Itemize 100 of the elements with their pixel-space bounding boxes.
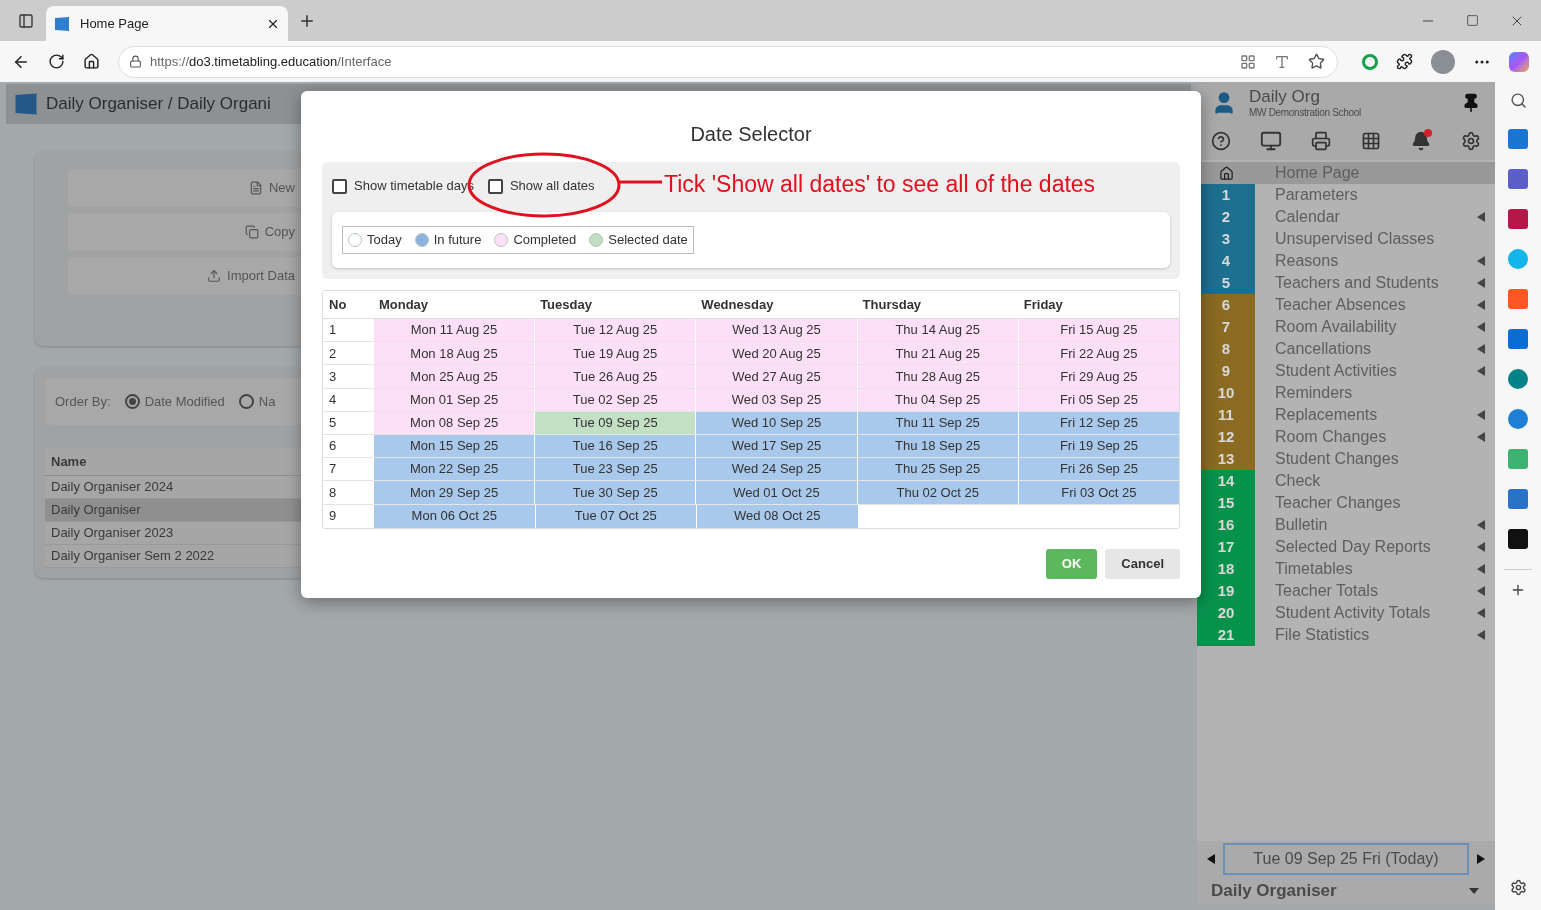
cancel-button[interactable]: Cancel: [1105, 548, 1180, 579]
date-cell[interactable]: Wed 01 Oct 25: [695, 481, 857, 504]
nav-item[interactable]: 2 Calendar: [1197, 206, 1495, 228]
date-cell[interactable]: Thu 02 Oct 25: [856, 481, 1018, 504]
favorite-star-icon[interactable]: [1308, 53, 1325, 70]
nav-item[interactable]: 5 Teachers and Students: [1197, 272, 1495, 294]
app-icon[interactable]: [1508, 409, 1528, 429]
date-cell[interactable]: Thu 25 Sep 25: [856, 458, 1018, 481]
nav-item[interactable]: 12 Room Changes: [1197, 426, 1495, 448]
date-cell[interactable]: Fri 05 Sep 25: [1017, 388, 1179, 411]
file-row[interactable]: Daily Organiser 2024: [45, 476, 301, 499]
date-cell[interactable]: Wed 08 Oct 25: [696, 504, 858, 528]
nav-item[interactable]: 3 Unsupervised Classes: [1197, 228, 1495, 250]
date-cell[interactable]: Wed 13 Aug 25: [695, 319, 857, 342]
date-cell[interactable]: Thu 14 Aug 25: [856, 319, 1018, 342]
printer-icon[interactable]: [1311, 131, 1332, 151]
date-cell[interactable]: Mon 18 Aug 25: [372, 342, 535, 365]
date-field[interactable]: Tue 09 Sep 25 Fri (Today): [1223, 843, 1469, 875]
help-icon[interactable]: [1211, 131, 1231, 151]
settings-icon[interactable]: [1509, 879, 1527, 896]
date-cell[interactable]: Mon 06 Oct 25: [373, 504, 535, 528]
date-cell[interactable]: Thu 11 Sep 25: [856, 411, 1018, 434]
date-cell[interactable]: Thu 18 Sep 25: [856, 434, 1018, 458]
reload-icon[interactable]: [48, 53, 65, 70]
address-field[interactable]: https://do3.timetabling.education/Interface: [118, 45, 1338, 78]
home-icon[interactable]: [83, 53, 100, 70]
date-cell[interactable]: Mon 08 Sep 25: [372, 411, 535, 434]
date-cell[interactable]: Thu 21 Aug 25: [856, 342, 1018, 365]
profile-avatar[interactable]: [1431, 49, 1455, 74]
date-cell[interactable]: Fri 22 Aug 25: [1017, 342, 1179, 365]
date-cell[interactable]: Mon 01 Sep 25: [372, 388, 535, 411]
row-number: 5: [328, 414, 338, 433]
split-screen-icon[interactable]: [1240, 53, 1256, 70]
monitor-icon[interactable]: [1260, 130, 1283, 152]
row-number: 3: [328, 367, 338, 386]
nav-item[interactable]: 4 Reasons: [1197, 250, 1495, 272]
browser-tab[interactable]: Home Page: [46, 6, 288, 41]
nav-item[interactable]: 7 Room Availability: [1197, 316, 1495, 338]
date-cell[interactable]: Fri 26 Sep 25: [1017, 458, 1179, 481]
date-cell[interactable]: Tue 16 Sep 25: [534, 434, 696, 458]
app-title: Daily Organiser / Daily Organi: [46, 93, 271, 116]
date-cell[interactable]: Tue 12 Aug 25: [534, 319, 696, 342]
date-cell[interactable]: Tue 26 Aug 25: [534, 365, 696, 388]
date-cell[interactable]: Wed 17 Sep 25: [695, 434, 857, 458]
date-cell[interactable]: Tue 02 Sep 25: [534, 388, 696, 411]
date-cell[interactable]: Tue 19 Aug 25: [534, 342, 696, 365]
date-cell[interactable]: Tue 07 Oct 25: [534, 504, 696, 528]
file-row[interactable]: Daily Organiser Sem 2 2022: [45, 545, 301, 568]
extensions-icon[interactable]: [1396, 53, 1413, 70]
upload-icon: [207, 269, 222, 283]
legend-label: Selected date: [608, 231, 688, 250]
app-icon[interactable]: [1508, 369, 1528, 389]
app-icon[interactable]: [1508, 529, 1528, 549]
date-cell[interactable]: Wed 10 Sep 25: [695, 411, 857, 434]
date-cell[interactable]: Thu 28 Aug 25: [856, 365, 1018, 388]
column-header: Thursday: [861, 295, 923, 314]
date-cell[interactable]: Mon 22 Sep 25: [372, 458, 535, 481]
date-cell[interactable]: Wed 20 Aug 25: [695, 342, 857, 365]
column-header: Monday: [377, 295, 430, 314]
nav-number: 19: [1197, 580, 1255, 602]
date-cell[interactable]: Tue 23 Sep 25: [534, 458, 696, 481]
file-row[interactable]: Daily Organiser: [45, 499, 301, 522]
grid-icon[interactable]: [1360, 131, 1381, 151]
date-cell[interactable]: Fri 29 Aug 25: [1017, 365, 1179, 388]
row-number: 1: [328, 321, 338, 340]
date-cell[interactable]: Fri 19 Sep 25: [1017, 434, 1179, 458]
date-cell[interactable]: Wed 03 Sep 25: [695, 388, 857, 411]
pin-icon[interactable]: [1461, 93, 1481, 113]
settings-icon[interactable]: [1460, 131, 1481, 151]
date-cell[interactable]: Mon 29 Sep 25: [372, 481, 535, 504]
nav-item[interactable]: 1 Parameters: [1197, 184, 1495, 206]
date-cell[interactable]: Fri 03 Oct 25: [1017, 481, 1179, 504]
previous-icon: [1207, 854, 1215, 864]
nav-item[interactable]: 11 Replacements: [1197, 404, 1495, 426]
date-cell[interactable]: Tue 09 Sep 25: [534, 411, 696, 434]
tab-actions-icon[interactable]: [18, 12, 34, 29]
date-cell[interactable]: Wed 27 Aug 25: [695, 365, 857, 388]
nav-item[interactable]: 13 Student Changes: [1197, 448, 1495, 470]
nav-item[interactable]: 8 Cancellations: [1197, 338, 1495, 360]
file-row[interactable]: Daily Organiser 2023: [45, 522, 301, 545]
nav-item[interactable]: 6 Teacher Absences: [1197, 294, 1495, 316]
add-icon[interactable]: [1510, 582, 1526, 598]
nav-item[interactable]: 9 Student Activities: [1197, 360, 1495, 382]
nav-item[interactable]: 10 Reminders: [1197, 382, 1495, 404]
annotation-text: Tick 'Show all dates' to see all of the dates: [664, 170, 1096, 199]
date-cell[interactable]: Wed 24 Sep 25: [695, 458, 857, 481]
date-cell[interactable]: Thu 04 Sep 25: [856, 388, 1018, 411]
maximize-icon[interactable]: [1466, 14, 1479, 27]
date-cell[interactable]: Fri 15 Aug 25: [1017, 319, 1179, 342]
date-cell[interactable]: Mon 15 Sep 25: [372, 434, 535, 458]
home-icon: [1218, 165, 1234, 181]
extension-icon[interactable]: [1362, 53, 1378, 70]
date-cell[interactable]: Tue 30 Sep 25: [534, 481, 696, 504]
legend-label: Completed: [513, 231, 577, 250]
date-cell[interactable]: Fri 12 Sep 25: [1017, 411, 1179, 434]
organiser-dropdown[interactable]: Daily Organiser: [1197, 877, 1495, 905]
row-number: 7: [328, 460, 338, 479]
date-cell[interactable]: Mon 11 Aug 25: [372, 319, 535, 342]
search-icon[interactable]: [1509, 92, 1527, 109]
date-cell[interactable]: Mon 25 Aug 25: [372, 365, 535, 388]
